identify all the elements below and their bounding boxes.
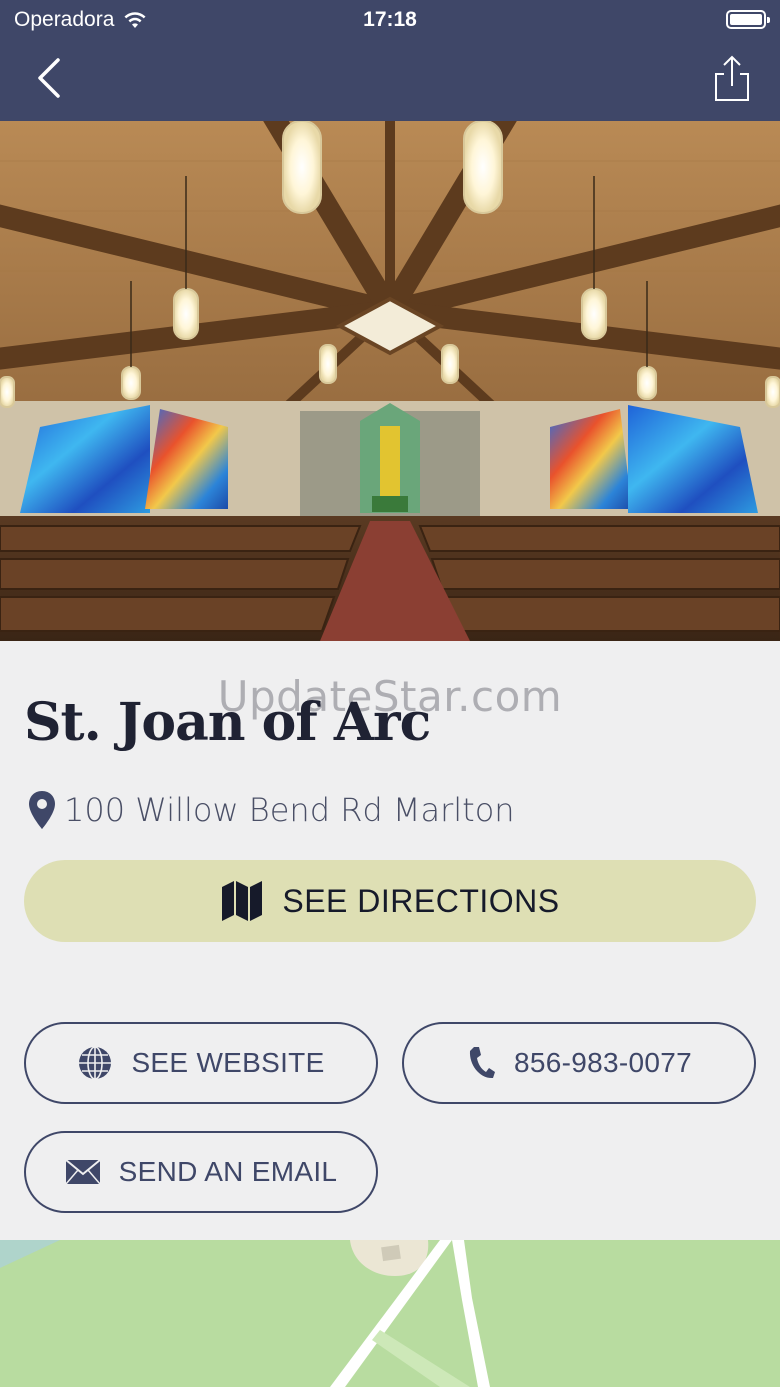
see-directions-button[interactable]: SEE DIRECTIONS: [24, 860, 756, 942]
navigation-bar: [0, 40, 780, 121]
status-bar: Operadora 17:18: [0, 0, 780, 40]
globe-icon: [79, 1046, 112, 1080]
chevron-left-icon: [38, 58, 60, 98]
phone-number-label: 856-983-0077: [514, 1047, 692, 1078]
map-icon: [222, 881, 263, 921]
send-email-label: SEND AN EMAIL: [118, 1156, 338, 1187]
location-map[interactable]: [0, 1240, 780, 1387]
see-website-button[interactable]: SEE WEBSITE: [24, 1022, 378, 1104]
send-email-button[interactable]: SEND AN EMAIL: [24, 1131, 378, 1213]
map-pin-icon: [29, 791, 55, 829]
place-title: St. Joan of Arc: [24, 692, 431, 753]
call-phone-button[interactable]: 856-983-0077: [402, 1022, 756, 1104]
share-icon: [715, 55, 749, 101]
see-directions-label: SEE DIRECTIONS: [282, 882, 560, 919]
address-row: 100 Willow Bend Rd Marlton: [28, 790, 515, 830]
back-button[interactable]: [30, 56, 70, 100]
battery-icon: [726, 10, 770, 29]
status-time: 17:18: [363, 8, 417, 31]
phone-icon: [469, 1047, 495, 1079]
see-website-label: SEE WEBSITE: [131, 1047, 325, 1078]
envelope-icon: [65, 1159, 101, 1185]
church-interior-photo: [0, 121, 780, 641]
share-button[interactable]: [714, 54, 750, 104]
address-text: 100 Willow Bend Rd Marlton: [64, 791, 515, 829]
